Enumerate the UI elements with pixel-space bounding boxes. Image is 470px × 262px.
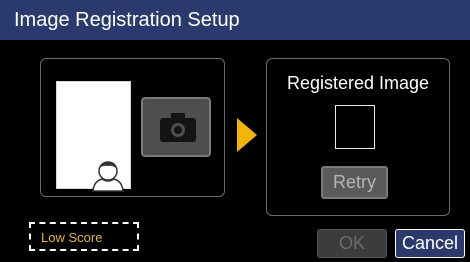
captured-face-preview (56, 81, 131, 192)
ok-button[interactable]: OK (317, 229, 387, 258)
registered-image-thumbnail (335, 105, 375, 149)
dialog-title: Image Registration Setup (14, 9, 240, 31)
capture-button[interactable] (141, 97, 211, 157)
retry-button[interactable]: Retry (321, 166, 388, 199)
arrow-right-icon (237, 118, 257, 157)
capture-panel (40, 58, 225, 197)
cancel-button[interactable]: Cancel (395, 229, 465, 258)
low-score-indicator: Low Score (29, 222, 139, 251)
title-bar: Image Registration Setup (0, 0, 470, 40)
low-score-label: Low Score (41, 230, 103, 245)
registered-image-panel: Registered Image Retry (266, 58, 450, 216)
person-silhouette-icon (91, 160, 125, 192)
registered-image-label: Registered Image (286, 73, 430, 93)
